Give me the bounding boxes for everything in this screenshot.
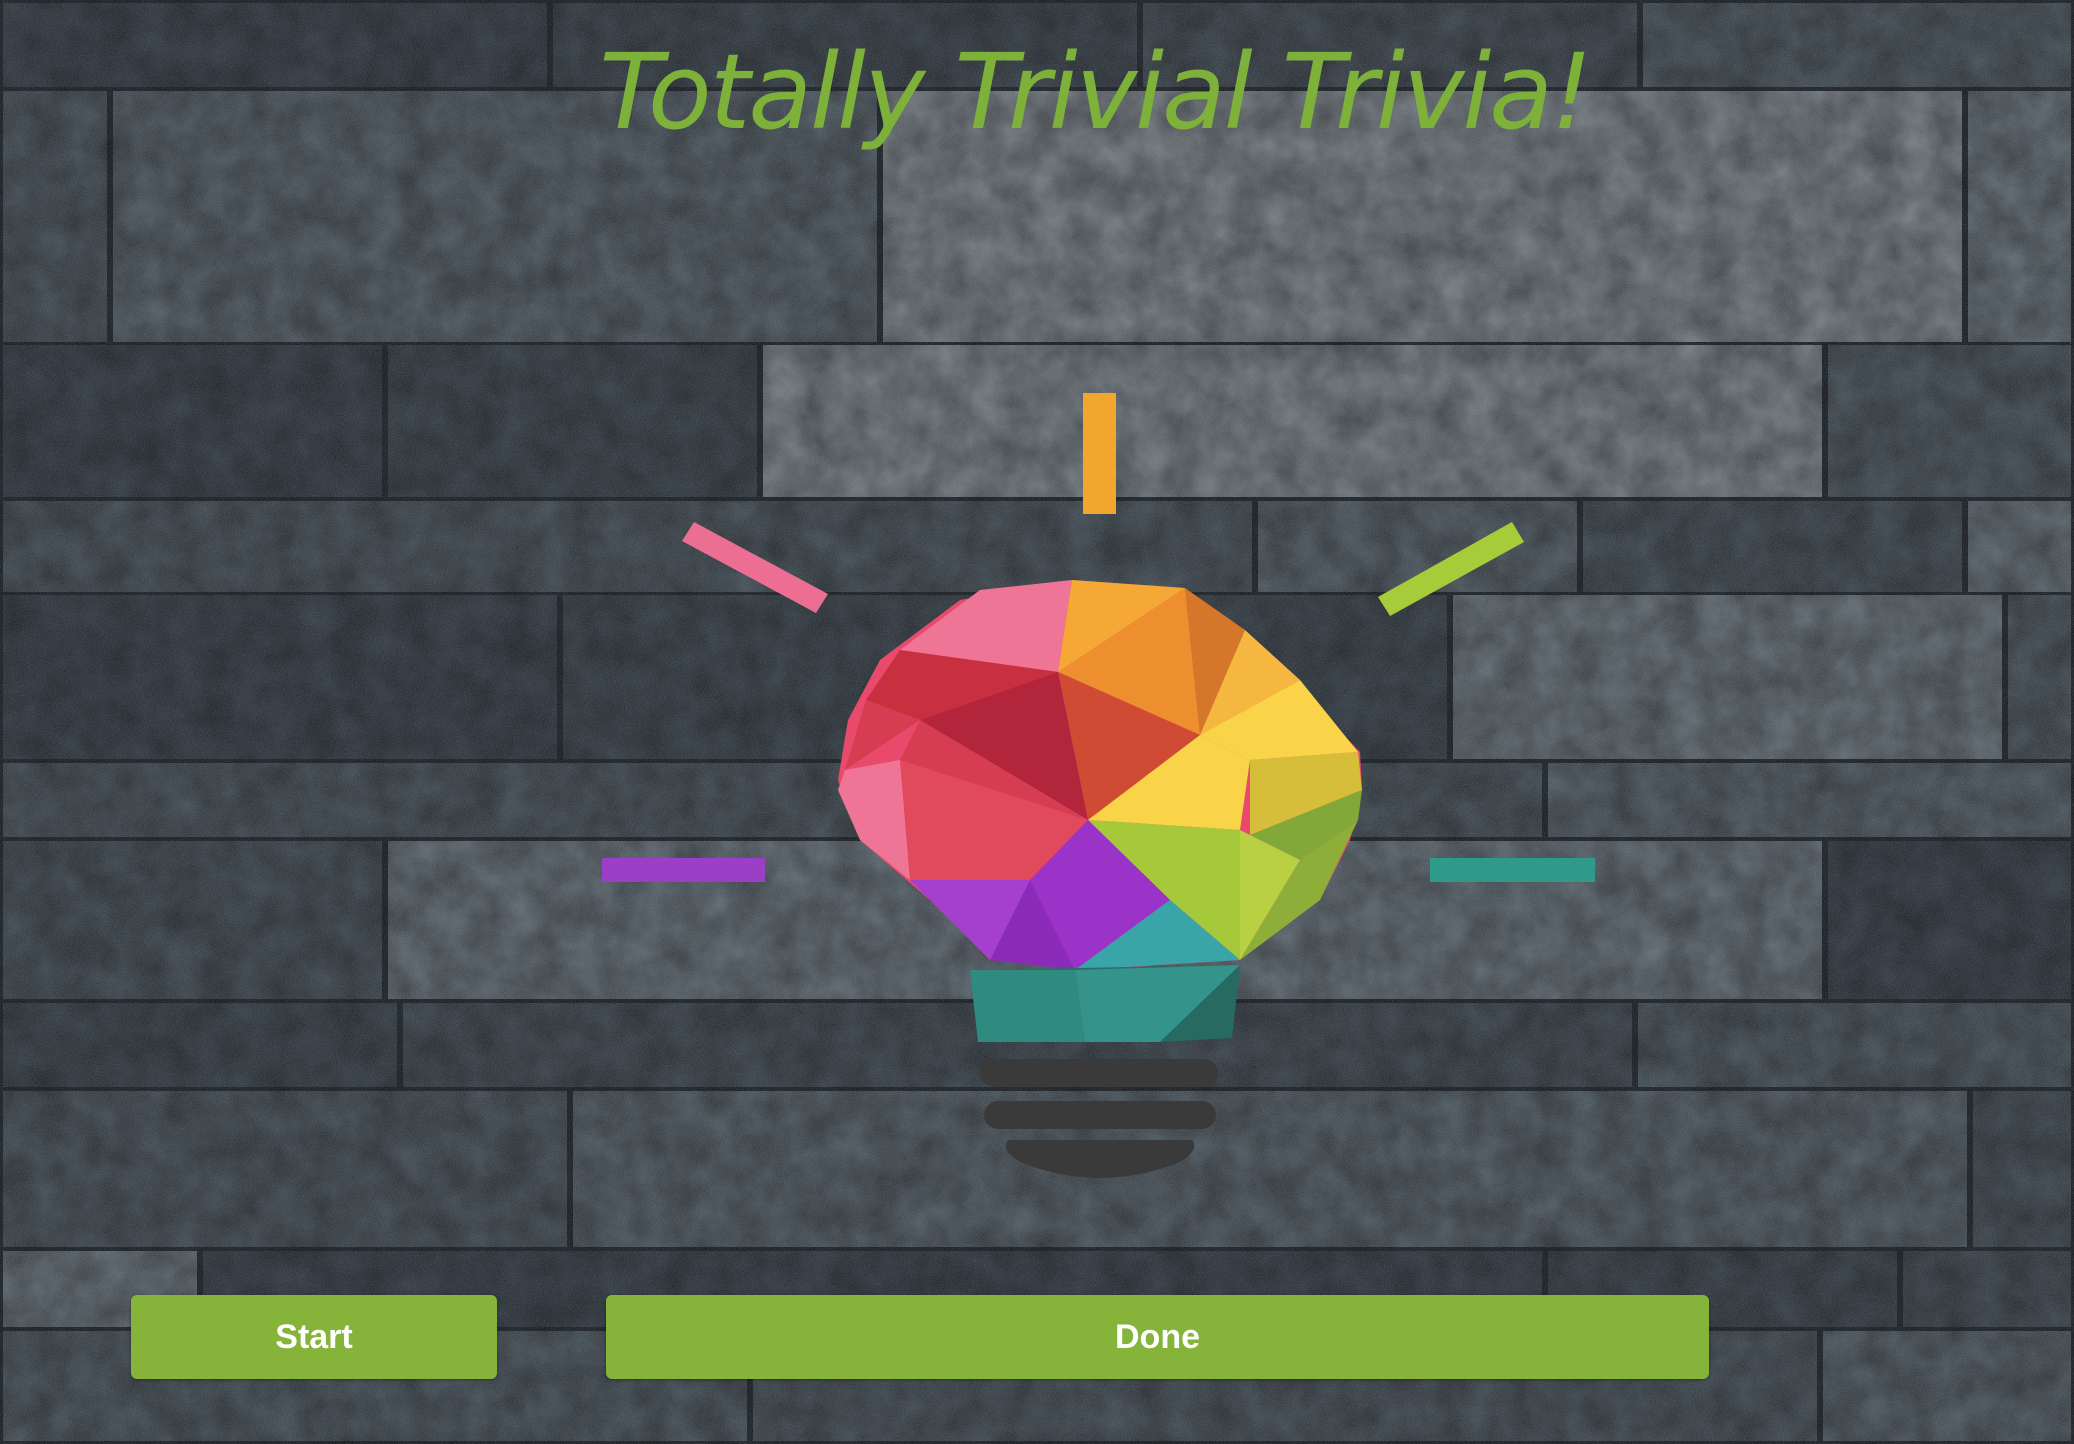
ray-left: [602, 858, 765, 882]
ray-right: [1430, 858, 1595, 882]
game-screen: Totally Trivial Trivia! Start Done: [0, 0, 2074, 1444]
ray-upper-right: [1378, 522, 1524, 616]
start-button[interactable]: Start: [131, 1295, 497, 1379]
ray-upper-left: [682, 522, 828, 613]
bulb-neck: [970, 965, 1240, 1042]
done-button[interactable]: Done: [606, 1295, 1709, 1379]
bulb-globe: [838, 580, 1362, 970]
lightbulb-icon: [602, 393, 1595, 1178]
ray-top: [1083, 393, 1116, 514]
bulb-base: [980, 1059, 1218, 1178]
